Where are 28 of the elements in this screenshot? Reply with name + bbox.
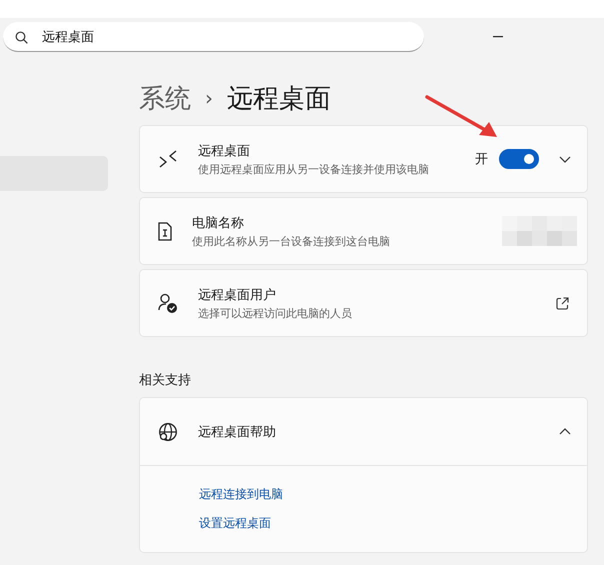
search-field[interactable]: 远程桌面 [3,22,424,52]
help-link[interactable]: 远程连接到电脑 [199,486,283,503]
toggle-state-label: 开 [475,151,488,168]
document-icon [158,222,172,240]
setting-description: 使用远程桌面应用从另一设备连接并使用该电脑 [198,162,430,176]
chevron-icon[interactable] [559,156,571,162]
setting-card[interactable]: 电脑名称 使用此名称从另一台设备连接到这台电脑 [139,197,588,265]
external-link-icon[interactable] [556,296,569,310]
globe-search-icon [158,422,178,442]
setting-description: 选择可以远程访问此电脑的人员 [198,306,353,320]
help-title: 远程桌面帮助 [198,424,277,440]
help-link[interactable]: 设置远程桌面 [199,515,271,532]
section-heading: 相关支持 [139,372,192,390]
setting-card[interactable]: 远程桌面用户 选择可以远程访问此电脑的人员 [139,269,588,337]
breadcrumb-separator: › [205,86,213,110]
setting-description: 使用此名称从另一台设备连接到这台电脑 [192,234,391,248]
remote-arrows-icon [158,149,178,169]
setting-title: 远程桌面用户 [198,286,277,304]
setting-card[interactable]: 远程桌面 使用远程桌面应用从另一设备连接并使用该电脑 开 [139,125,588,193]
page-title: 远程桌面 [227,82,331,116]
search-icon [15,31,28,44]
minimize-icon[interactable] [493,36,503,38]
user-check-icon [158,293,178,313]
setting-title: 远程桌面 [198,142,251,160]
toggle-switch[interactable] [499,149,539,169]
chevron-icon[interactable] [559,428,571,435]
setting-title: 电脑名称 [192,214,245,232]
breadcrumb-parent[interactable]: 系统 [139,80,191,116]
